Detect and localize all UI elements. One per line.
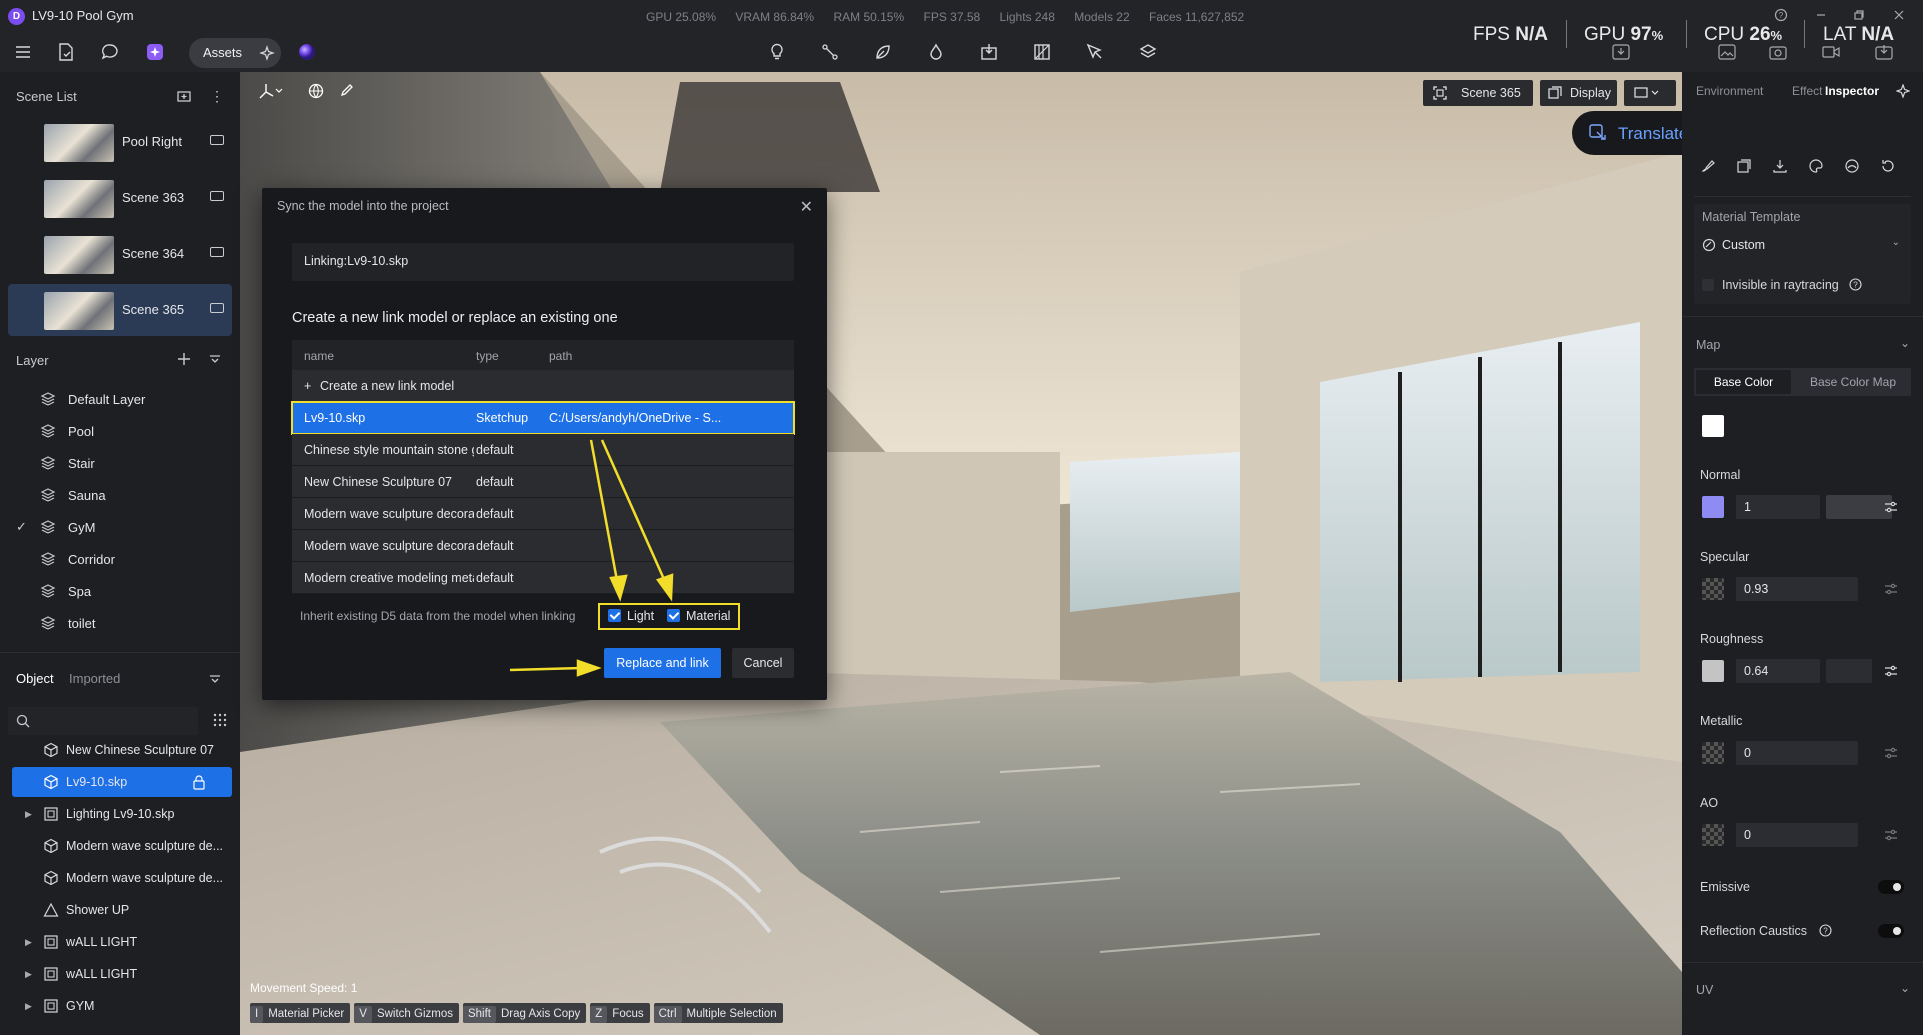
arrowhead xyxy=(576,659,602,677)
arrow-to-replace xyxy=(509,666,583,672)
annotation-arrows xyxy=(509,439,674,677)
arrow-to-material xyxy=(600,439,669,587)
arrowhead xyxy=(609,574,628,602)
arrowhead xyxy=(656,573,674,602)
arrow-to-light xyxy=(589,439,620,587)
